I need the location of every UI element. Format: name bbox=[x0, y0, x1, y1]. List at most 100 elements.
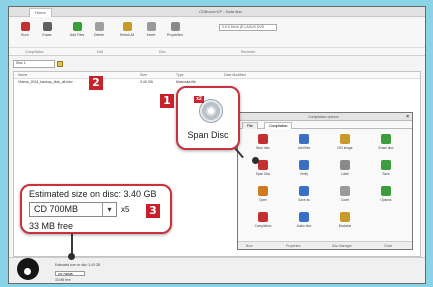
tile-label: Erase disc bbox=[378, 146, 394, 150]
tile-icon bbox=[340, 186, 350, 196]
properties-button[interactable]: Properties bbox=[165, 22, 185, 37]
tab-file[interactable]: File bbox=[242, 122, 258, 129]
add-icon bbox=[72, 22, 82, 31]
tile-label: Audio disc bbox=[296, 224, 312, 228]
delete-button[interactable]: Delete bbox=[89, 22, 109, 37]
tile-icon bbox=[299, 134, 309, 144]
invert-label: Invert bbox=[146, 33, 156, 37]
dialog-title-bar: Compilation options × bbox=[238, 113, 412, 121]
disc-type-value: CD 700MB bbox=[34, 204, 79, 214]
dialog-tile[interactable]: Burn disc bbox=[244, 132, 282, 156]
tile-label: Verify bbox=[300, 172, 308, 176]
footer-properties[interactable]: Properties bbox=[286, 244, 301, 248]
dialog-tile[interactable]: Save as bbox=[285, 184, 323, 208]
step-badge-2: 2 bbox=[89, 76, 103, 90]
file-list-header: Name Size Type Date Modified bbox=[14, 72, 420, 79]
tile-label: Bootable bbox=[338, 224, 352, 228]
tile-icon bbox=[381, 186, 391, 196]
col-type[interactable]: Type bbox=[176, 73, 184, 77]
dialog-tabs: File Compilation bbox=[238, 121, 412, 129]
select-all-icon bbox=[122, 22, 132, 31]
tile-label: Open bbox=[259, 198, 267, 202]
status-disc-select[interactable]: CD 700MB bbox=[55, 271, 85, 276]
step-badge-3: 3 bbox=[146, 204, 160, 218]
tile-label: Burn disc bbox=[256, 146, 270, 150]
tile-icon bbox=[258, 186, 268, 196]
burn-button[interactable]: Burn bbox=[15, 22, 35, 37]
tile-icon bbox=[340, 134, 350, 144]
select-all-button[interactable]: Select All bbox=[117, 22, 137, 37]
tile-icon bbox=[340, 212, 350, 222]
col-size[interactable]: Size bbox=[140, 73, 147, 77]
dialog-tile[interactable]: Options bbox=[367, 184, 405, 208]
span-badge: x2 bbox=[194, 96, 204, 103]
add-label: Add Files bbox=[69, 33, 85, 37]
dialog-tile[interactable]: Save bbox=[367, 158, 405, 182]
tile-icon bbox=[299, 212, 309, 222]
ribbon-groups: Compilation Edit Disc Recorder bbox=[9, 47, 425, 55]
step-badge-1: 1 bbox=[160, 94, 174, 108]
invert-button[interactable]: Invert bbox=[141, 22, 161, 37]
col-name[interactable]: Name bbox=[18, 73, 27, 77]
dialog-tile[interactable]: Verify bbox=[285, 158, 323, 182]
table-row[interactable]: Videos_2014_backup_disk_all.mkv 3.40 GB … bbox=[14, 79, 420, 86]
disc-count: x5 bbox=[121, 205, 130, 214]
folder-icon[interactable] bbox=[57, 61, 63, 67]
dialog-tile[interactable]: Compilation bbox=[244, 210, 282, 234]
tile-label: Options bbox=[380, 198, 392, 202]
footer-burn[interactable]: Burn bbox=[246, 244, 253, 248]
footer-close[interactable]: Close bbox=[384, 244, 392, 248]
callout3-dot bbox=[68, 253, 75, 260]
row-size: 3.40 GB bbox=[140, 80, 153, 84]
estimated-size-text: Estimated size on disc: 3.40 GB bbox=[29, 189, 157, 199]
dialog-tile[interactable]: Span Disc bbox=[244, 158, 282, 182]
disc-type-select[interactable]: CD 700MB ▾ bbox=[29, 202, 117, 217]
footer-disc-manager[interactable]: Disc Manager bbox=[332, 244, 352, 248]
tile-icon bbox=[258, 212, 268, 222]
properties-icon bbox=[170, 22, 180, 31]
tab-home[interactable]: Home bbox=[29, 8, 52, 17]
group-edit: Edit bbox=[97, 50, 104, 54]
add-files-button[interactable]: Add Files bbox=[67, 22, 87, 37]
dialog-tile[interactable]: Open bbox=[244, 184, 282, 208]
tile-icon bbox=[381, 160, 391, 170]
dialog-tile-grid: Burn disc Add files ISO image Erase disc Spa… bbox=[244, 132, 406, 236]
group-recorder: Recorder bbox=[241, 50, 256, 54]
col-date[interactable]: Date Modified bbox=[224, 73, 246, 77]
tile-icon bbox=[340, 160, 350, 170]
status-size: Estimated size on disc: 3.40 GB bbox=[55, 263, 101, 267]
tile-icon bbox=[381, 134, 391, 144]
dialog-tile[interactable]: Label bbox=[326, 158, 364, 182]
delete-label: Delete bbox=[93, 33, 105, 37]
tile-label: Add files bbox=[297, 146, 311, 150]
invert-icon bbox=[146, 22, 156, 31]
burn-label: Burn bbox=[21, 33, 29, 37]
dialog-tile[interactable]: Erase disc bbox=[367, 132, 405, 156]
dialog-tile[interactable]: ISO image bbox=[326, 132, 364, 156]
status-free: 33 MB free bbox=[55, 278, 71, 282]
dialog-tile[interactable]: Bootable bbox=[326, 210, 364, 234]
delete-icon bbox=[94, 22, 104, 31]
tile-icon bbox=[258, 134, 268, 144]
row-type: Matroska file bbox=[176, 80, 196, 84]
status-bar: Estimated size on disc: 3.40 GB CD 700MB… bbox=[9, 257, 425, 283]
drive-select[interactable]: 0:0:0 Drive (E:) ASUS DVD bbox=[219, 24, 277, 31]
erase-label: Erase bbox=[42, 33, 52, 37]
group-compilation: Compilation bbox=[25, 50, 44, 54]
dialog-tile[interactable]: Audio disc bbox=[285, 210, 323, 234]
dialog-tile[interactable]: Cover bbox=[326, 184, 364, 208]
disc-label-field[interactable]: Disc 1 bbox=[13, 60, 55, 68]
burn-icon bbox=[20, 22, 30, 31]
callout1-dot bbox=[252, 157, 259, 164]
chevron-down-icon[interactable]: ▾ bbox=[102, 203, 116, 216]
span-disc-callout[interactable]: x2 Span Disc bbox=[176, 86, 240, 150]
tile-label: ISO image bbox=[337, 146, 353, 150]
tab-compilation[interactable]: Compilation bbox=[264, 122, 293, 129]
tile-icon bbox=[299, 160, 309, 170]
row-name: Videos_2014_backup_disk_all.mkv bbox=[18, 80, 73, 84]
erase-button[interactable]: Erase bbox=[37, 22, 57, 37]
close-icon[interactable]: × bbox=[406, 114, 409, 120]
dialog-tile[interactable]: Add files bbox=[285, 132, 323, 156]
tile-label: Span Disc bbox=[255, 172, 271, 176]
title-bar: Home CDBurnerXP - Data disc bbox=[9, 7, 425, 17]
